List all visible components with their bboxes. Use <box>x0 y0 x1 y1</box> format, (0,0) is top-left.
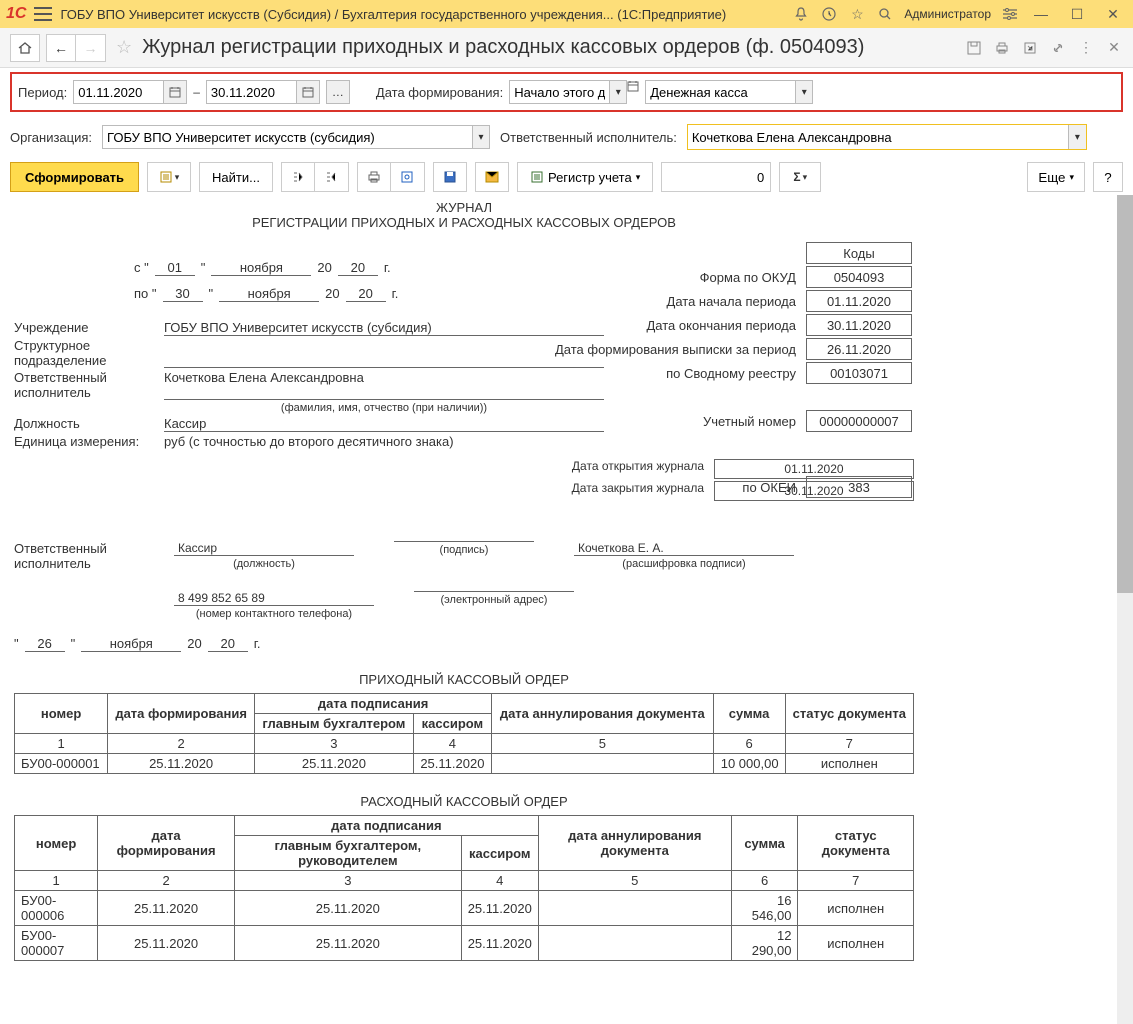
cash-combo: ▾ <box>645 80 813 104</box>
logo-1c: 1C <box>6 5 26 23</box>
resp-input[interactable] <box>688 125 1068 149</box>
report-title-2: РЕГИСТРАЦИИ ПРИХОДНЫХ И РАСХОДНЫХ КАССОВ… <box>14 215 914 230</box>
date-from-input[interactable] <box>73 80 163 104</box>
more-icon[interactable]: ⋮ <box>1077 39 1095 57</box>
table-row: БУ00-00000125.11.202025.11.202025.11.202… <box>15 754 914 774</box>
resp-combo: ▾ <box>687 124 1087 150</box>
org-input[interactable] <box>102 125 472 149</box>
filter-panel: Период: – … Дата формирования: ▾ ▾ <box>10 72 1123 112</box>
calendar-icon[interactable] <box>163 80 187 104</box>
chevron-down-icon[interactable]: ▾ <box>472 125 490 149</box>
bell-icon[interactable] <box>792 5 810 23</box>
sum-button[interactable]: Σ▾ <box>779 162 821 192</box>
table-row: БУ00-00000625.11.202025.11.202025.11.202… <box>15 891 914 926</box>
calendar-icon[interactable] <box>627 80 639 104</box>
table-row: БУ00-00000725.11.202025.11.202025.11.202… <box>15 926 914 961</box>
form-button[interactable]: Сформировать <box>10 162 139 192</box>
collapse-icon[interactable] <box>315 162 349 192</box>
date-separator: – <box>193 85 200 99</box>
cash-input[interactable] <box>645 80 795 104</box>
close-tab-icon[interactable]: ✕ <box>1105 39 1123 57</box>
more-button[interactable]: Еще▾ <box>1027 162 1085 192</box>
report-area: ЖУРНАЛ РЕГИСТРАЦИИ ПРИХОДНЫХ И РАСХОДНЫХ… <box>0 196 1133 1024</box>
org-row: Организация: ▾ Ответственный исполнитель… <box>0 116 1133 158</box>
org-combo: ▾ <box>102 125 490 149</box>
settings-report-button[interactable]: ▾ <box>147 162 191 192</box>
mail-button[interactable] <box>475 162 509 192</box>
scrollbar-thumb[interactable] <box>1117 195 1133 593</box>
favorite-icon[interactable]: ☆ <box>116 37 132 58</box>
date-from-field <box>73 80 187 104</box>
link-icon[interactable] <box>1049 39 1067 57</box>
form-date-input[interactable] <box>509 80 609 104</box>
num-input[interactable] <box>661 162 771 192</box>
settings-icon[interactable] <box>1001 5 1019 23</box>
income-title: ПРИХОДНЫЙ КАССОВЫЙ ОРДЕР <box>14 672 914 687</box>
titlebar: 1C ГОБУ ВПО Университет искусств (Субсид… <box>0 0 1133 28</box>
page-title: Журнал регистрации приходных и расходных… <box>142 36 959 59</box>
menu-icon[interactable] <box>34 7 52 21</box>
expense-table: номер дата формирования дата подписания … <box>14 815 914 961</box>
app-title: ГОБУ ВПО Университет искусств (Субсидия)… <box>60 7 784 22</box>
find-button[interactable]: Найти... <box>199 162 273 192</box>
period-picker-button[interactable]: … <box>326 80 350 104</box>
report-title-1: ЖУРНАЛ <box>14 200 914 215</box>
expense-title: РАСХОДНЫЙ КАССОВЫЙ ОРДЕР <box>14 794 914 809</box>
user-name[interactable]: Администратор <box>904 7 991 21</box>
toolbar-main: ← → ☆ Журнал регистрации приходных и рас… <box>0 28 1133 68</box>
maximize-button[interactable]: ☐ <box>1063 4 1091 24</box>
codes-table: Коды Форма по ОКУД0504093 Дата начала пе… <box>545 240 914 500</box>
preview-button[interactable] <box>391 162 425 192</box>
form-date-label: Дата формирования: <box>376 85 503 100</box>
history-icon[interactable] <box>820 5 838 23</box>
star-icon[interactable]: ☆ <box>848 5 866 23</box>
org-label: Организация: <box>10 130 92 145</box>
resp-label: Ответственный исполнитель: <box>500 130 677 145</box>
income-table: номер дата формирования дата подписания … <box>14 693 914 774</box>
scrollbar-vertical[interactable] <box>1117 195 1133 1024</box>
expand-icon[interactable] <box>281 162 315 192</box>
period-label: Период: <box>18 85 67 100</box>
chevron-down-icon[interactable]: ▾ <box>795 80 813 104</box>
print-icon[interactable] <box>993 39 1011 57</box>
calendar-icon[interactable] <box>296 80 320 104</box>
chevron-down-icon[interactable]: ▾ <box>1068 125 1086 149</box>
registry-button[interactable]: Регистр учета▾ <box>517 162 653 192</box>
back-button[interactable]: ← <box>46 34 76 62</box>
export-icon[interactable] <box>1021 39 1039 57</box>
date-to-input[interactable] <box>206 80 296 104</box>
home-button[interactable] <box>10 34 40 62</box>
action-row: Сформировать ▾ Найти... Регистр учета▾ Σ… <box>0 158 1133 196</box>
minimize-button[interactable]: — <box>1027 4 1055 24</box>
save-file-button[interactable] <box>433 162 467 192</box>
print-button[interactable] <box>357 162 391 192</box>
forward-button[interactable]: → <box>76 34 106 62</box>
date-to-field <box>206 80 320 104</box>
save-icon[interactable] <box>965 39 983 57</box>
form-date-combo: ▾ <box>509 80 639 104</box>
search-icon[interactable] <box>876 5 894 23</box>
chevron-down-icon[interactable]: ▾ <box>609 80 627 104</box>
close-button[interactable]: ✕ <box>1099 4 1127 24</box>
help-button[interactable]: ? <box>1093 162 1123 192</box>
